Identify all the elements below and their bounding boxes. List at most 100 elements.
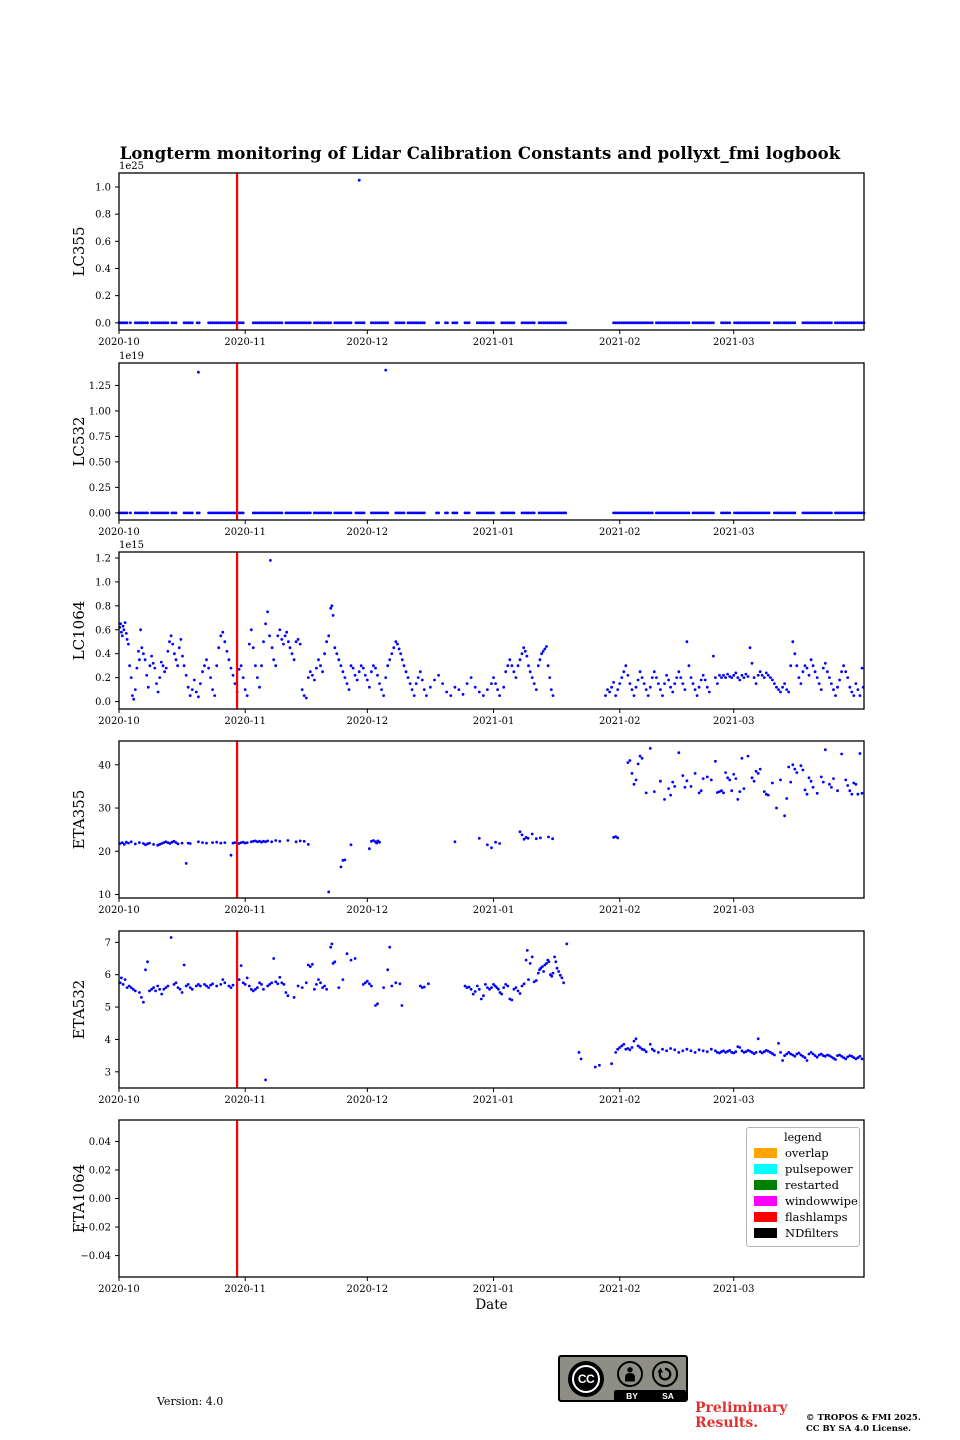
data-point <box>728 1049 732 1052</box>
data-point <box>514 676 518 679</box>
data-point <box>730 676 734 679</box>
data-point <box>300 688 304 691</box>
data-point <box>343 858 347 862</box>
data-point <box>703 678 707 682</box>
data-point <box>624 664 628 668</box>
data-point <box>712 654 715 658</box>
data-point <box>386 968 390 972</box>
y-tick-label: 7 <box>105 938 111 949</box>
data-point <box>646 694 650 697</box>
data-point <box>560 976 564 980</box>
data-point <box>787 765 791 769</box>
x-tick-label: 2020-10 <box>98 337 140 348</box>
data-point <box>357 178 361 182</box>
data-point <box>296 638 300 641</box>
data-point <box>657 682 660 685</box>
data-point <box>163 670 167 674</box>
data-point <box>856 688 860 691</box>
data-point <box>779 778 782 782</box>
data-point <box>382 986 385 989</box>
data-point <box>671 780 675 784</box>
x-tick-label: 2021-03 <box>713 1095 755 1106</box>
data-point <box>353 673 357 677</box>
data-point <box>767 321 771 325</box>
data-point <box>500 992 504 996</box>
data-point <box>490 846 493 850</box>
data-point <box>264 1078 267 1082</box>
data-point <box>494 682 497 685</box>
data-point <box>339 664 343 668</box>
y-tick-label: 0.25 <box>89 483 111 494</box>
data-point <box>716 682 719 685</box>
legend-entry-label: NDfilters <box>785 1225 839 1240</box>
data-point <box>294 640 298 644</box>
data-point <box>484 983 487 986</box>
data-point <box>652 670 656 674</box>
data-point <box>249 628 253 632</box>
data-point <box>783 682 786 685</box>
data-point <box>779 690 782 694</box>
data-point <box>247 984 251 988</box>
data-point <box>530 955 534 959</box>
data-point <box>211 982 215 986</box>
data-point <box>620 676 624 679</box>
data-point <box>534 979 538 982</box>
x-tick-label: 2020-10 <box>98 905 140 916</box>
data-point <box>311 962 314 966</box>
x-tick-label: 2021-03 <box>713 527 755 538</box>
data-point <box>376 673 379 677</box>
data-point <box>453 840 457 844</box>
data-point <box>846 784 850 787</box>
y-tick-label: 0.8 <box>95 210 111 221</box>
data-point <box>681 682 685 685</box>
data-point <box>726 776 729 780</box>
data-point <box>126 841 130 845</box>
data-point <box>809 658 813 662</box>
data-point <box>325 640 328 644</box>
data-point <box>562 981 565 985</box>
data-point <box>197 511 201 515</box>
data-point <box>648 747 652 750</box>
data-point <box>626 761 630 764</box>
data-point <box>546 664 550 668</box>
data-point <box>166 511 170 515</box>
y-tick-label: 30 <box>98 804 111 815</box>
data-point <box>736 676 740 679</box>
x-tick-label: 2021-01 <box>473 905 515 916</box>
data-point <box>400 1004 404 1007</box>
data-point <box>813 670 817 674</box>
data-point <box>691 682 695 685</box>
data-point <box>577 1051 581 1054</box>
data-point <box>181 654 184 658</box>
y-tick-label: 6 <box>105 970 111 981</box>
data-point <box>211 688 215 691</box>
data-point <box>860 791 864 795</box>
data-point <box>492 321 495 325</box>
data-point <box>821 666 825 670</box>
data-point <box>179 638 183 641</box>
data-point <box>636 678 640 682</box>
data-point <box>140 646 144 650</box>
data-point <box>830 785 833 789</box>
x-tick-label: 2020-12 <box>347 716 389 727</box>
cc-logo-icon: CC <box>568 1361 604 1397</box>
data-point <box>274 664 278 668</box>
data-point <box>477 836 481 840</box>
data-point <box>308 670 312 674</box>
data-point <box>378 840 381 844</box>
data-point <box>126 642 130 646</box>
data-point <box>823 748 827 752</box>
data-point <box>687 664 691 668</box>
data-point <box>285 630 289 634</box>
data-point <box>429 685 432 689</box>
data-point <box>239 964 243 967</box>
data-point <box>840 670 843 674</box>
data-point <box>565 942 569 946</box>
data-point <box>135 666 139 670</box>
data-point <box>319 664 322 668</box>
data-point <box>630 772 634 775</box>
data-point <box>844 1057 848 1061</box>
data-point <box>661 1047 664 1051</box>
data-point <box>734 671 738 675</box>
data-point <box>712 511 715 515</box>
